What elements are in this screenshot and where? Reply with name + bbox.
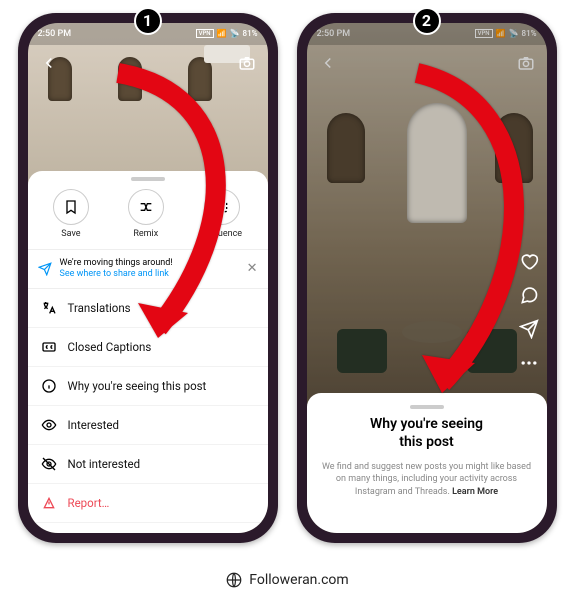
sheet-handle[interactable]	[410, 405, 444, 409]
status-icons: VPN 📶 📡 81%	[196, 29, 258, 38]
menu-report[interactable]: Report…	[28, 484, 268, 523]
eye-off-icon	[40, 455, 58, 473]
sheet-handle[interactable]	[131, 177, 165, 181]
step-badge-1: 1	[134, 7, 162, 35]
report-icon	[40, 494, 58, 512]
globe-icon	[225, 571, 243, 589]
sheet-title: Why you're seeing this post	[321, 415, 533, 451]
menu-manage-preferences[interactable]: Manage content preferences	[28, 523, 268, 533]
status-time: 2:50 PM	[38, 29, 72, 39]
comment-icon[interactable]	[519, 285, 539, 305]
info-banner[interactable]: We're moving things around! See where to…	[28, 250, 268, 290]
back-icon[interactable]	[38, 52, 60, 74]
reel-actions	[519, 251, 539, 373]
learn-more-link[interactable]: Learn More	[452, 487, 498, 497]
info-icon	[40, 377, 58, 395]
menu-translations[interactable]: Translations	[28, 289, 268, 328]
cc-icon	[40, 338, 58, 356]
share-icon[interactable]	[519, 319, 539, 339]
eye-icon	[40, 416, 58, 434]
sheet-body: We find and suggest new posts you might …	[321, 461, 533, 499]
like-icon[interactable]	[519, 251, 539, 271]
footer-attribution: Followeran.com	[0, 560, 574, 600]
step-badge-2: 2	[413, 7, 441, 35]
phone-frame-1: 1 2:50 PM VPN 📶 📡 81%	[18, 13, 278, 543]
remix-button[interactable]: Remix	[128, 189, 164, 239]
screen-1: 2:50 PM VPN 📶 📡 81%	[28, 23, 268, 533]
why-seeing-sheet: Why you're seeing this post We find and …	[307, 393, 547, 533]
phone-frame-2: 2 2:50 PM VPN 📶 📡 81%	[297, 13, 557, 543]
save-button[interactable]: Save	[53, 189, 89, 239]
menu-captions[interactable]: Closed Captions	[28, 328, 268, 367]
translate-icon	[40, 299, 58, 317]
close-icon[interactable]: ✕	[247, 261, 258, 276]
menu-interested[interactable]: Interested	[28, 406, 268, 445]
send-icon	[38, 262, 52, 276]
more-icon[interactable]	[519, 353, 539, 373]
sequence-button[interactable]: Sequence	[203, 189, 242, 239]
camera-icon[interactable]	[236, 52, 258, 74]
options-sheet: Save Remix Sequence We're moving things …	[28, 171, 268, 533]
menu-not-interested[interactable]: Not interested	[28, 445, 268, 484]
menu-why-seeing-post[interactable]: Why you're seeing this post	[28, 367, 268, 406]
screen-2: 2:50 PM VPN 📶 📡 81%	[307, 23, 547, 533]
